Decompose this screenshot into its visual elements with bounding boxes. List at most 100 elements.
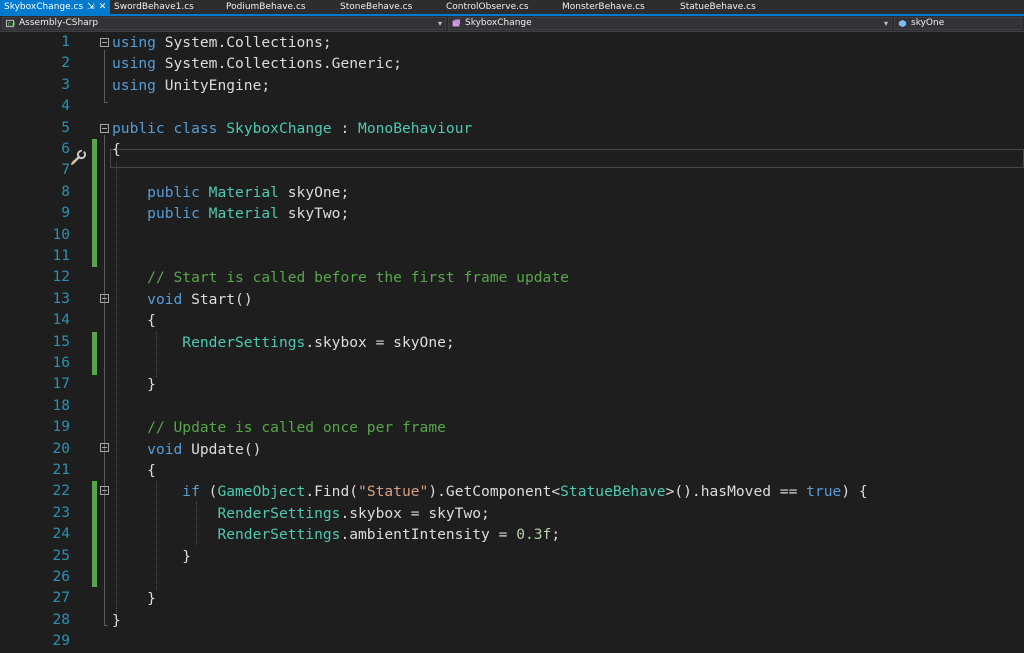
line-number: 17 [52,376,70,393]
line-number: 25 [52,547,70,564]
tab-label: MonsterBehave.cs [562,2,645,12]
line-number: 6 [61,141,70,157]
line-number: 4 [61,98,70,115]
tab-podiumbehave[interactable]: PodiumBehave.cs [226,0,306,14]
line-code: } [112,590,156,608]
line-number: 5 [61,119,70,136]
code-line: 5 public class SkyboxChange : MonoBehavio… [0,118,1024,139]
line-number: 29 [52,633,70,650]
tab-label: ControlObserve.cs [446,2,529,12]
code-line: 27 } [0,588,1024,609]
line-code: { [112,141,121,158]
line-number: 15 [52,333,70,350]
close-icon[interactable]: ✕ [99,0,107,14]
line-code: using System.Collections; [112,34,332,51]
tab-label: PodiumBehave.cs [226,2,306,12]
tab-skyboxchange[interactable]: SkyboxChange.cs ⇲ ✕ [0,0,111,14]
tab-stonebehave[interactable]: StoneBehave.cs [340,0,412,14]
code-line: 28} [0,610,1024,631]
code-line: 17 } [0,374,1024,395]
tab-controlobserve[interactable]: ControlObserve.cs [446,0,529,14]
line-code: public class SkyboxChange : MonoBehaviou… [112,119,473,137]
code-line: 9 public Material skyTwo; [0,203,1024,224]
code-editor[interactable]: 1 using System.Collections; 2 using System… [0,32,1024,649]
csharp-project-icon: C# [6,19,15,28]
line-code: using UnityEngine; [112,76,271,94]
line-code: if (GameObject.Find("Statue").GetCompone… [182,483,868,501]
line-code: using System.Collections.Generic; [112,55,402,73]
line-number: 12 [52,269,70,286]
line-number: 7 [61,162,70,179]
tab-label: SwordBehave1.cs [114,2,194,12]
code-line: 13 void Start() [0,289,1024,310]
code-line: 19 // Update is called once per frame [0,417,1024,438]
code-line: 24 RenderSettings.ambientIntensity = 0.3… [0,524,1024,545]
tab-swordbehave1[interactable]: SwordBehave1.cs [114,0,194,14]
line-number: 27 [52,590,70,607]
code-line: 12 // Start is called before the first f… [0,267,1024,288]
class-name: SkyboxChange [465,18,532,28]
tab-label: StoneBehave.cs [340,2,413,12]
line-number: 19 [52,419,70,436]
code-line: 11 [0,246,1024,267]
line-number: 13 [52,290,70,307]
code-line: 7 [0,160,1024,181]
tab-monsterbehave[interactable]: MonsterBehave.cs [562,0,645,14]
code-line: 23 RenderSettings.skybox = skyTwo; [0,503,1024,524]
code-line: 3 using UnityEngine; [0,75,1024,96]
code-line: 20 void Update() [0,439,1024,460]
line-number: 23 [52,504,70,521]
code-line: 22 if (GameObject.Find("Statue").GetComp… [0,481,1024,502]
svg-text:C#: C# [8,22,15,28]
line-number: 11 [52,248,70,264]
line-code: void Start() [147,290,253,308]
code-line: 1 using System.Collections; [0,32,1024,53]
member-dropdown[interactable]: skyOne [894,17,1022,30]
field-icon [898,19,907,28]
code-line: 6{ [0,139,1024,160]
tab-label: SkyboxChange.cs [4,2,84,12]
line-number: 2 [61,55,70,72]
line-code: public Material skyTwo; [147,205,350,223]
navigation-bar: C# Assembly-CSharp ▾ SkyboxChange ▾ skyO… [0,16,1024,32]
code-line: 18 [0,396,1024,417]
line-code: } [112,376,156,394]
code-line: 8 public Material skyOne; [0,182,1024,203]
code-line: 14 { [0,310,1024,331]
line-number: 21 [52,462,70,478]
code-line: 26 [0,567,1024,588]
tab-statuebehave[interactable]: StatueBehave.cs [680,0,756,14]
line-code: // Update is called once per frame [147,419,446,437]
line-code: { [112,462,156,479]
line-code: } [112,547,192,565]
project-dropdown[interactable]: C# Assembly-CSharp ▾ [2,17,446,30]
line-number: 1 [61,34,70,50]
member-name: skyOne [911,18,945,28]
line-number: 20 [52,440,70,457]
class-dropdown[interactable]: SkyboxChange ▾ [448,17,892,30]
line-code: RenderSettings.skybox = skyOne; [182,333,455,351]
project-name: Assembly-CSharp [19,18,99,28]
chevron-down-icon: ▾ [883,19,888,28]
line-code: public Material skyOne; [147,183,350,201]
chevron-down-icon: ▾ [437,19,442,28]
code-line: 21 { [0,460,1024,481]
line-number: 14 [52,312,70,329]
line-number: 18 [52,397,70,414]
code-line: 2 using System.Collections.Generic; [0,53,1024,74]
code-line: 10 [0,225,1024,246]
line-number: 10 [52,226,70,243]
line-number: 8 [61,183,70,200]
line-code: { [112,312,156,330]
pin-icon[interactable]: ⇲ [87,0,95,14]
line-number: 22 [52,483,70,500]
code-line: 4 [0,96,1024,117]
line-code: RenderSettings.ambientIntensity = 0.3f; [217,526,561,544]
line-number: 3 [61,76,70,93]
code-line: 16 [0,353,1024,374]
line-code: void Update() [147,440,262,458]
line-number: 9 [61,205,70,222]
line-number: 26 [52,569,70,585]
code-line: 25 } [0,546,1024,567]
class-icon [452,19,461,27]
